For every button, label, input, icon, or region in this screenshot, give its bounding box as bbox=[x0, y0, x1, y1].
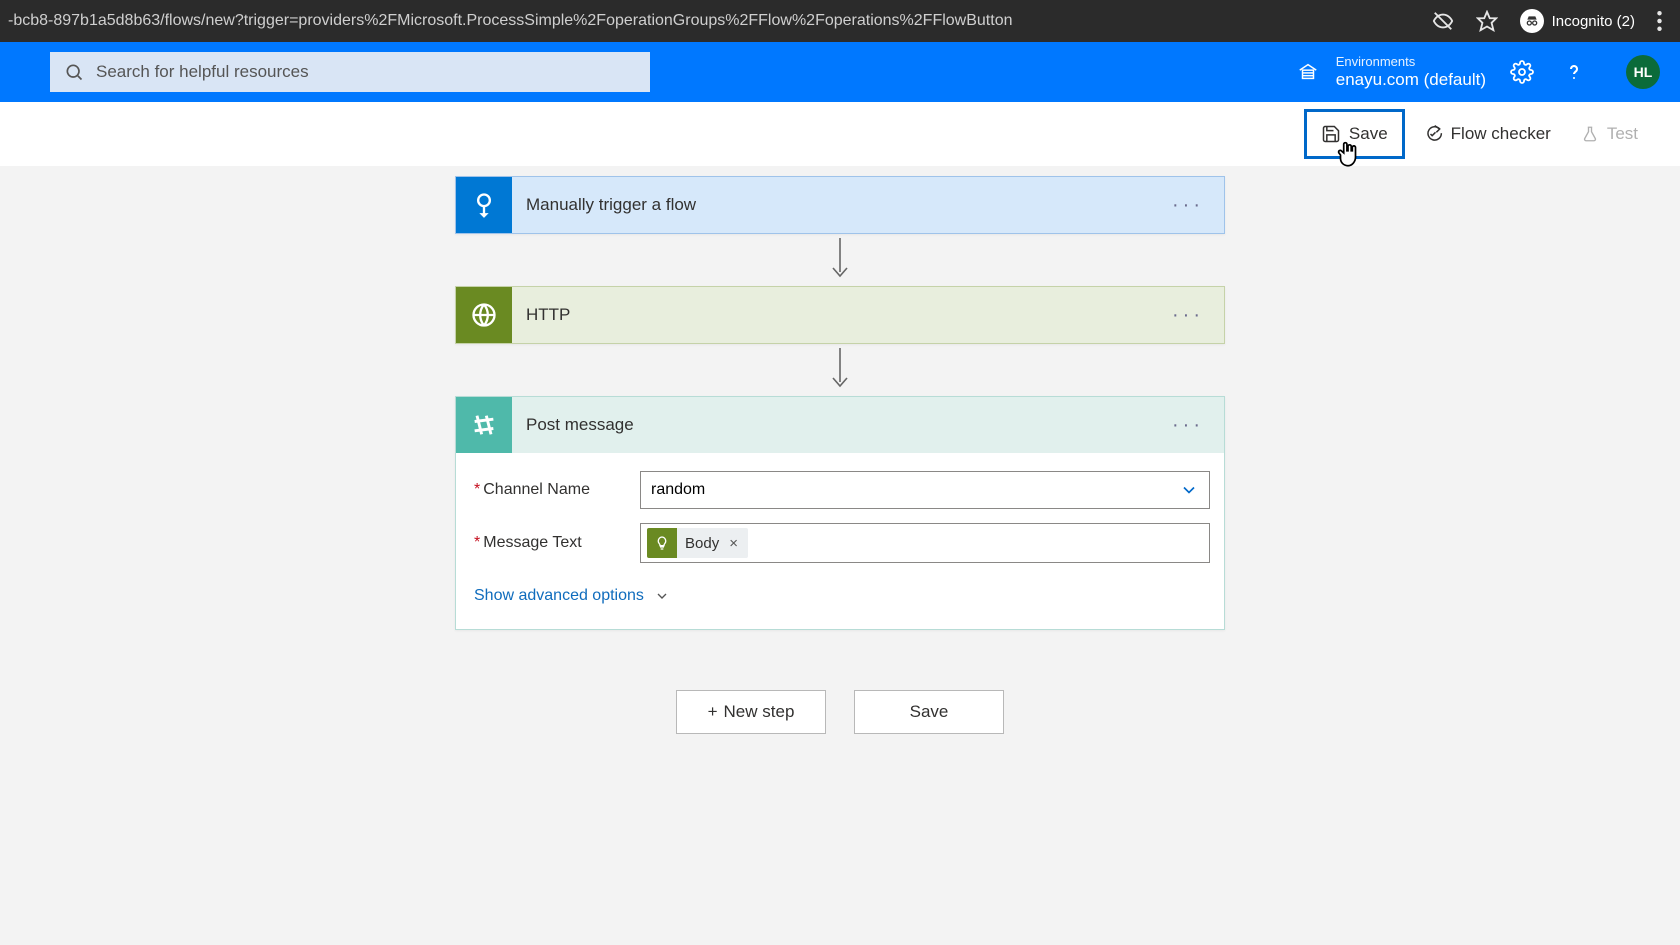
address-bar-url: -bcb8-897b1a5d8b63/flows/new?trigger=pro… bbox=[8, 12, 1424, 30]
flask-icon bbox=[1581, 124, 1599, 144]
test-label: Test bbox=[1607, 124, 1638, 144]
channel-name-value: random bbox=[651, 481, 705, 499]
connector-arrow-icon[interactable] bbox=[828, 234, 852, 286]
lightbulb-icon bbox=[647, 528, 677, 558]
http-icon bbox=[456, 287, 512, 343]
new-step-label: New step bbox=[724, 702, 795, 722]
browser-menu-icon[interactable] bbox=[1657, 11, 1662, 31]
trigger-card[interactable]: Manually trigger a flow ··· bbox=[455, 176, 1225, 234]
environment-value: enayu.com (default) bbox=[1336, 70, 1486, 90]
environment-picker[interactable]: Environments enayu.com (default) bbox=[1292, 54, 1486, 90]
flow-checker-icon bbox=[1423, 124, 1443, 144]
incognito-label: Incognito (2) bbox=[1552, 13, 1635, 30]
message-text-label: *Message Text bbox=[470, 534, 640, 552]
settings-icon[interactable] bbox=[1506, 56, 1538, 88]
message-text-input[interactable]: Body × bbox=[640, 523, 1210, 563]
chevron-down-icon bbox=[654, 588, 670, 604]
channel-name-select[interactable]: random bbox=[640, 471, 1210, 509]
no-tracking-icon[interactable] bbox=[1432, 10, 1454, 32]
slack-icon bbox=[456, 397, 512, 453]
search-placeholder: Search for helpful resources bbox=[96, 62, 309, 82]
post-message-card[interactable]: Post message ··· *Channel Name random bbox=[455, 396, 1225, 630]
save-label: Save bbox=[910, 702, 949, 722]
incognito-icon bbox=[1520, 9, 1544, 33]
search-input[interactable]: Search for helpful resources bbox=[50, 52, 650, 92]
plus-icon: + bbox=[708, 702, 718, 722]
avatar[interactable]: HL bbox=[1626, 55, 1660, 89]
designer-toolbar: Save Flow checker Test bbox=[0, 102, 1680, 166]
flow-checker-label: Flow checker bbox=[1451, 124, 1551, 144]
help-icon[interactable] bbox=[1558, 56, 1590, 88]
new-step-button[interactable]: + New step bbox=[676, 690, 826, 734]
trigger-icon bbox=[456, 177, 512, 233]
post-message-title: Post message bbox=[512, 415, 1172, 435]
token-label: Body bbox=[677, 535, 727, 552]
save-button[interactable]: Save bbox=[1304, 109, 1405, 159]
http-card[interactable]: HTTP ··· bbox=[455, 286, 1225, 344]
show-advanced-options[interactable]: Show advanced options bbox=[470, 587, 670, 605]
environment-label: Environments bbox=[1336, 54, 1486, 70]
token-remove-icon[interactable]: × bbox=[727, 535, 748, 552]
trigger-title: Manually trigger a flow bbox=[512, 195, 1172, 215]
save-icon bbox=[1321, 124, 1341, 144]
post-message-body: *Channel Name random *Message Text bbox=[456, 453, 1224, 629]
save-button-label: Save bbox=[1349, 124, 1388, 144]
environment-icon bbox=[1292, 56, 1324, 88]
body-token[interactable]: Body × bbox=[647, 528, 748, 558]
http-title: HTTP bbox=[512, 305, 1172, 325]
browser-chrome: -bcb8-897b1a5d8b63/flows/new?trigger=pro… bbox=[0, 0, 1680, 42]
incognito-chip[interactable]: Incognito (2) bbox=[1520, 9, 1635, 33]
app-header: Search for helpful resources Environment… bbox=[0, 42, 1680, 102]
star-icon[interactable] bbox=[1476, 10, 1498, 32]
flow-checker-button[interactable]: Flow checker bbox=[1411, 114, 1563, 154]
search-icon bbox=[64, 62, 84, 82]
flow-canvas: Manually trigger a flow ··· HTTP ··· bbox=[0, 166, 1680, 734]
save-button-bottom[interactable]: Save bbox=[854, 690, 1004, 734]
connector-arrow-icon[interactable] bbox=[828, 344, 852, 396]
chevron-down-icon bbox=[1179, 480, 1199, 500]
test-button[interactable]: Test bbox=[1569, 114, 1650, 154]
channel-name-label: *Channel Name bbox=[470, 481, 640, 499]
